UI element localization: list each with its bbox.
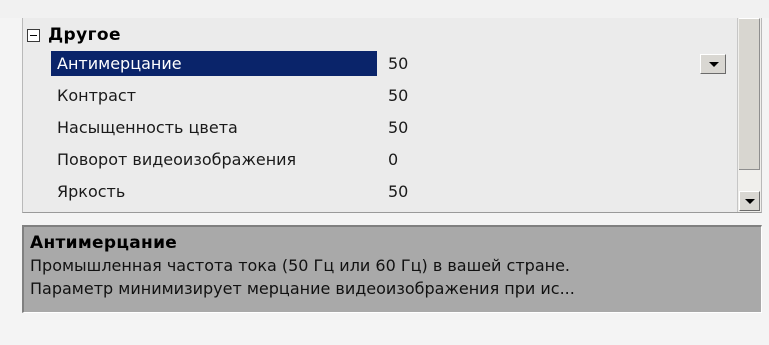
description-line-1: Промышленная частота тока (50 Гц или 60 …	[30, 256, 571, 275]
property-row-saturation[interactable]: Насыщенность цвета 50	[51, 113, 737, 143]
top-clipped-strip	[0, 0, 769, 18]
scrollbar-thumb[interactable]	[739, 18, 760, 170]
property-row-rotation[interactable]: Поворот видеоизображения 0	[51, 145, 737, 175]
property-value[interactable]: 50	[388, 115, 408, 140]
property-name[interactable]: Поворот видеоизображения	[51, 147, 377, 172]
property-row-antiflicker[interactable]: Антимерцание 50	[51, 49, 737, 79]
category-row-other[interactable]: Другое	[27, 23, 121, 47]
property-name[interactable]: Насыщенность цвета	[51, 115, 377, 140]
category-label: Другое	[48, 25, 121, 45]
property-name[interactable]: Антимерцание	[51, 51, 377, 76]
property-row-brightness[interactable]: Яркость 50	[51, 177, 737, 207]
property-value[interactable]: 50	[388, 83, 408, 108]
property-value[interactable]: 0	[388, 147, 398, 172]
description-line-2: Параметр минимизирует мерцание видеоизоб…	[30, 279, 575, 298]
description-title: Антимерцание	[30, 233, 178, 253]
property-row-contrast[interactable]: Контраст 50	[51, 81, 737, 111]
dropdown-arrow-icon[interactable]	[700, 54, 726, 74]
property-name[interactable]: Яркость	[51, 179, 377, 204]
collapse-minus-icon[interactable]	[27, 28, 40, 42]
property-value[interactable]: 50	[388, 179, 408, 204]
description-pane: Антимерцание Промышленная частота тока (…	[22, 225, 762, 313]
vertical-scrollbar[interactable]	[737, 18, 761, 212]
property-grid-panel: Другое Антимерцание 50 Контраст 50 Насыщ…	[0, 0, 769, 345]
property-value[interactable]: 50	[388, 51, 408, 76]
property-name[interactable]: Контраст	[51, 83, 377, 108]
scroll-down-arrow-icon[interactable]	[739, 191, 760, 211]
property-grid: Другое Антимерцание 50 Контраст 50 Насыщ…	[22, 18, 762, 213]
